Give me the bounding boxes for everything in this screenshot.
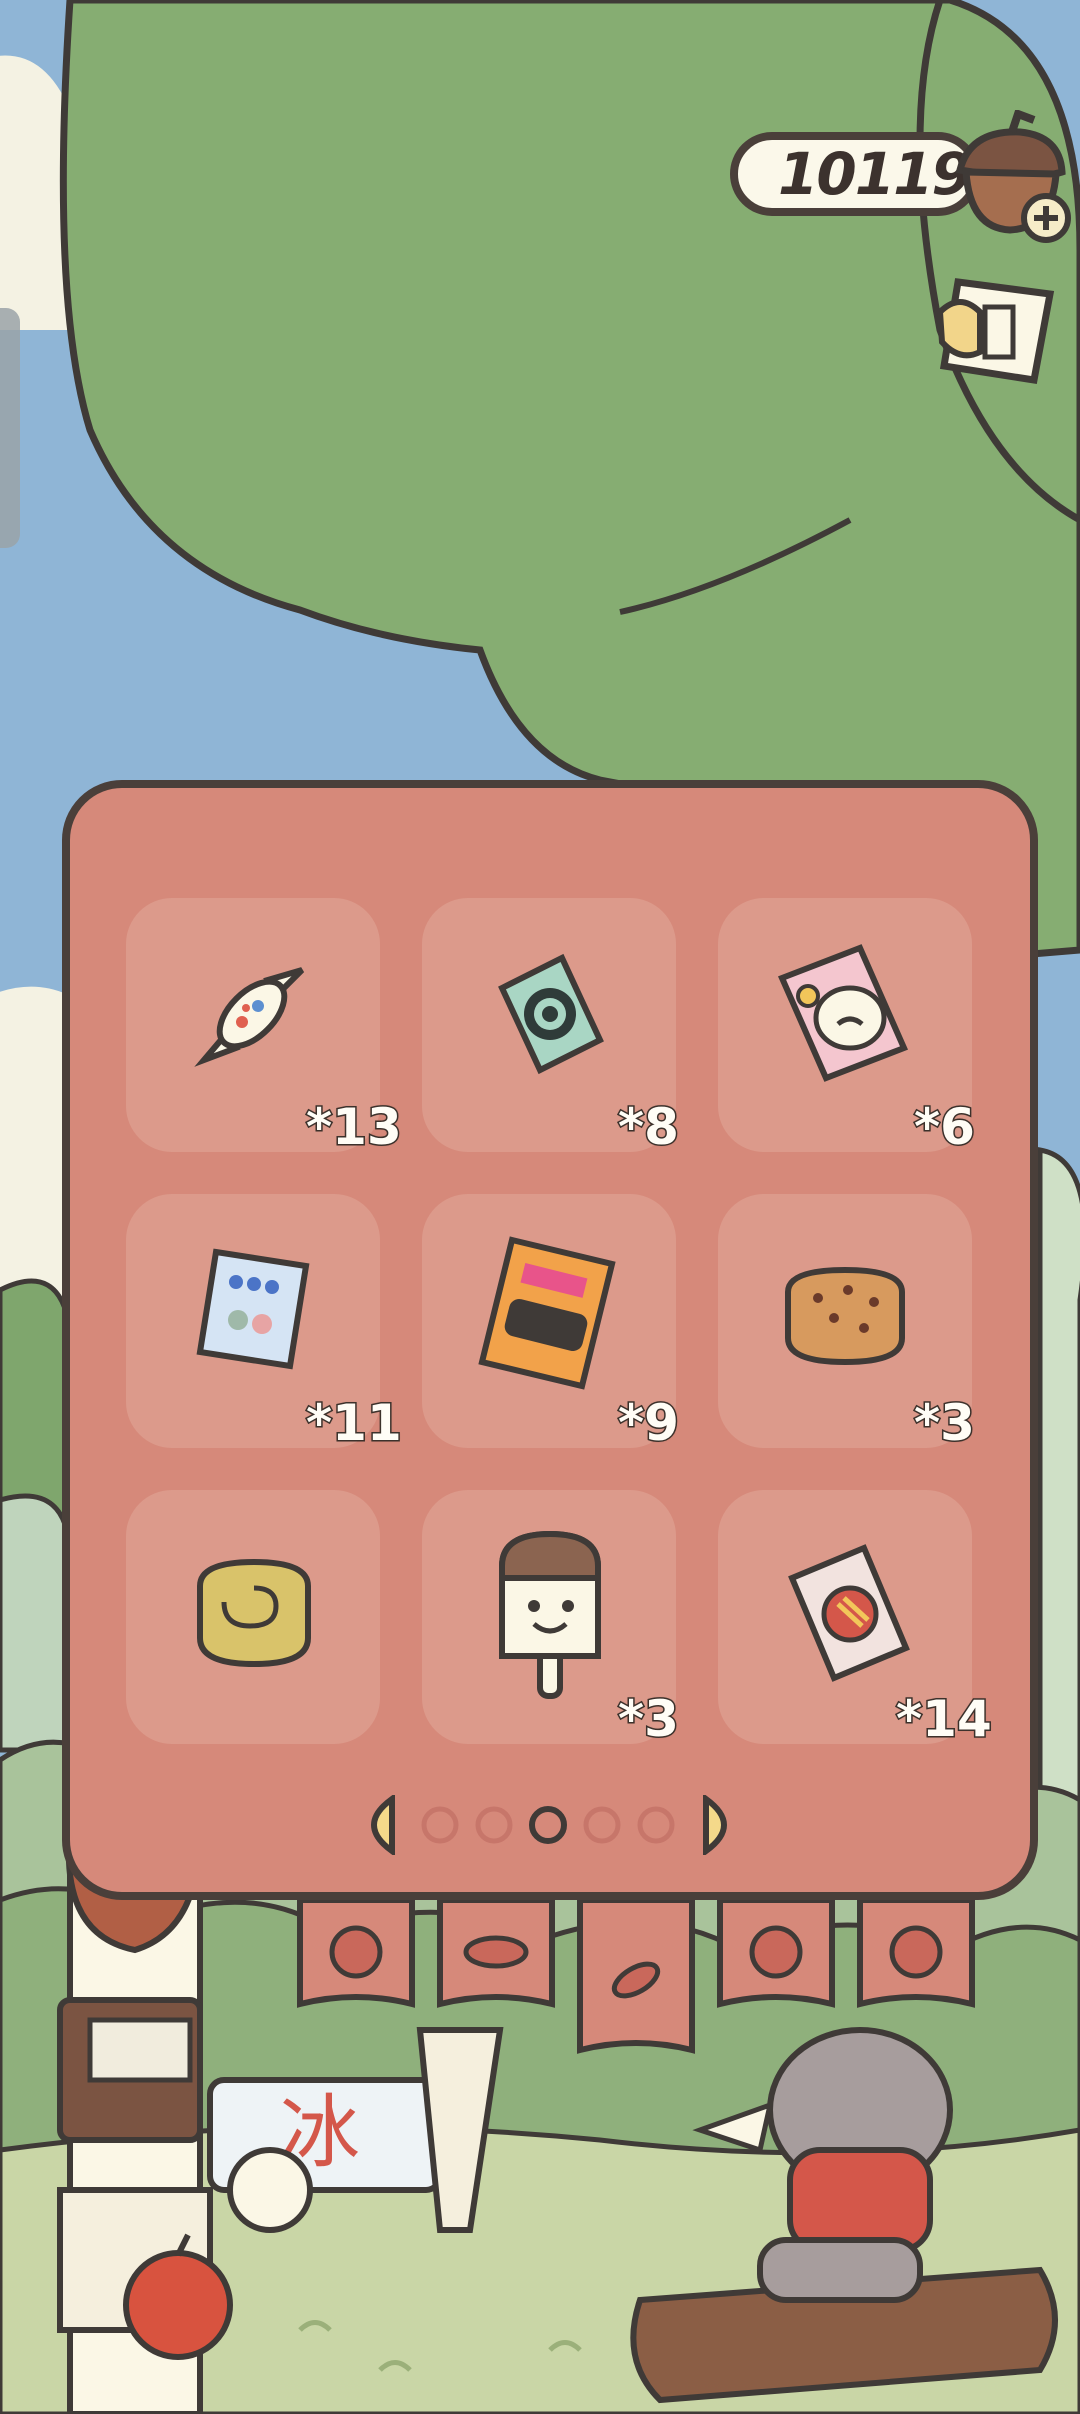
gumball-bag-icon: [196, 1248, 310, 1370]
category-tab-yarn-ball[interactable]: [297, 1900, 415, 2008]
postcard-icon[interactable]: [930, 272, 1060, 392]
yarn-ball-icon: [329, 1925, 383, 1979]
category-tab-bar: [297, 1900, 975, 2054]
item-count: *14: [895, 1689, 994, 1750]
item-count: *6: [913, 1097, 977, 1158]
chocolate-chip-cookie-icon: [785, 1266, 905, 1366]
magnifier-icon: [889, 1925, 943, 1979]
prev-page-arrow-icon[interactable]: [371, 1795, 395, 1855]
inventory-slot[interactable]: [126, 1490, 380, 1744]
next-page-arrow-icon[interactable]: [703, 1795, 727, 1855]
item-count: *3: [913, 1393, 977, 1454]
striped-candy-packet-icon: [788, 1544, 910, 1682]
item-count: *13: [305, 1097, 404, 1158]
side-drawer-handle[interactable]: [0, 308, 20, 548]
panda-candy-packet-icon: [777, 944, 909, 1082]
page-dot-active[interactable]: [529, 1806, 567, 1844]
item-count: *9: [617, 1393, 681, 1454]
item-count: *3: [617, 1689, 681, 1750]
item-count: *11: [305, 1393, 404, 1454]
snail-shell-icon: [749, 1925, 803, 1979]
page-dot[interactable]: [637, 1806, 675, 1844]
category-tab-leaf[interactable]: [437, 1900, 555, 2008]
page-dot[interactable]: [421, 1806, 459, 1844]
category-tab-magnifier[interactable]: [857, 1900, 975, 2008]
wrapped-candy-icon: [194, 967, 305, 1067]
smiling-popsicle-icon: [499, 1530, 601, 1699]
category-tab-candy[interactable]: [577, 1900, 695, 2054]
page-indicator: [371, 1795, 727, 1855]
item-count: *8: [617, 1097, 681, 1158]
orange-snack-bag-icon: [478, 1236, 616, 1390]
category-tab-snail-shell[interactable]: [717, 1900, 835, 2008]
mint-candy-packet-icon: [498, 953, 604, 1075]
acorn-icon[interactable]: [940, 110, 1080, 250]
cinnamon-roll-icon: [197, 1558, 311, 1668]
page-dot[interactable]: [583, 1806, 621, 1844]
leaf-icon: [463, 1935, 529, 1969]
page-dot[interactable]: [475, 1806, 513, 1844]
